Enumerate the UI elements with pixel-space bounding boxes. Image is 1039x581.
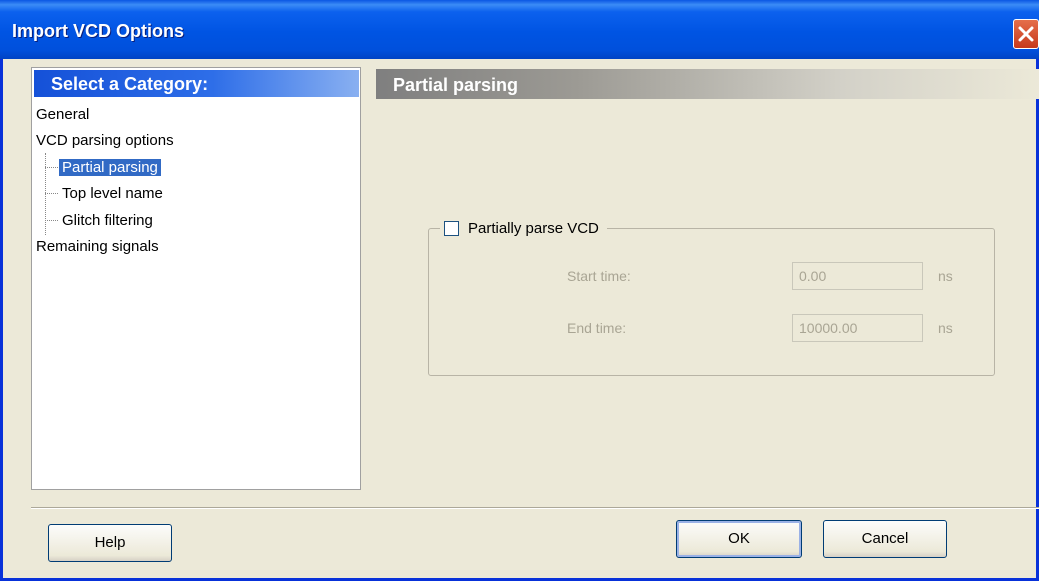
partial-parse-checkbox-row[interactable]: Partially parse VCD	[440, 217, 607, 239]
ok-button[interactable]: OK	[676, 520, 802, 558]
tree-item-remaining-signals[interactable]: Remaining signals	[36, 236, 159, 257]
end-time-unit: ns	[938, 320, 953, 336]
tree-item-general[interactable]: General	[36, 104, 89, 125]
tree-item-label: Partial parsing	[59, 159, 161, 176]
start-time-label: Start time:	[567, 268, 631, 284]
category-tree-panel: Select a Category: General VCD parsing o…	[31, 67, 361, 490]
tree-connector	[45, 220, 58, 221]
partially-parse-vcd-checkbox[interactable]	[444, 220, 459, 236]
import-vcd-options-dialog: Import VCD Options Select a Category: Ge…	[0, 0, 1039, 581]
cancel-button[interactable]: Cancel	[823, 520, 947, 558]
tree-item-glitch-filtering[interactable]: Glitch filtering	[62, 210, 153, 231]
help-button[interactable]: Help	[48, 524, 172, 562]
tree-item-label: Remaining signals	[36, 238, 159, 255]
footer-separator	[31, 507, 1039, 509]
start-time-unit: ns	[938, 268, 953, 284]
tree-item-vcd-parsing-options[interactable]: VCD parsing options	[36, 130, 174, 151]
partially-parse-vcd-label: Partially parse VCD	[468, 219, 599, 237]
close-button[interactable]	[1013, 19, 1039, 49]
end-time-label: End time:	[567, 320, 627, 336]
start-time-input[interactable]: 0.00	[792, 262, 923, 290]
tree-connector	[45, 153, 46, 235]
end-time-input[interactable]: 10000.00	[792, 314, 923, 342]
tree-item-top-level-name[interactable]: Top level name	[62, 183, 163, 204]
title-bar[interactable]: Import VCD Options	[0, 0, 1039, 59]
window-title: Import VCD Options	[12, 21, 184, 41]
tree-item-label: VCD parsing options	[36, 132, 174, 149]
tree-item-label: Glitch filtering	[62, 212, 153, 229]
tree-item-label: General	[36, 106, 90, 123]
category-header: Select a Category:	[34, 70, 359, 97]
category-header-label: Select a Category:	[51, 74, 209, 94]
close-icon	[1018, 26, 1034, 42]
partial-parse-group	[428, 228, 995, 376]
tree-item-label: Top level name	[62, 185, 163, 202]
section-header: Partial parsing	[376, 69, 1039, 99]
tree-item-partial-parsing[interactable]: Partial parsing	[59, 157, 161, 178]
section-header-label: Partial parsing	[393, 75, 519, 95]
tree-connector	[45, 193, 58, 194]
tree-connector	[45, 167, 58, 168]
